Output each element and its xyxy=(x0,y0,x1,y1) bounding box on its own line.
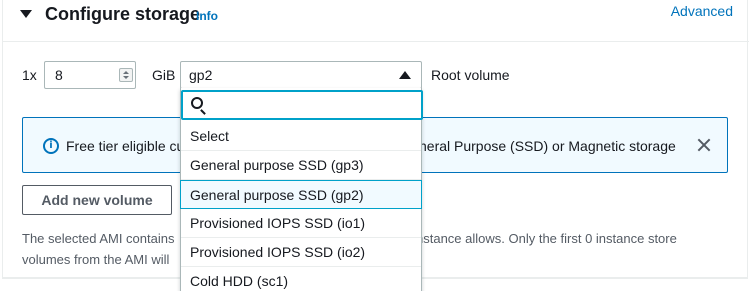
caret-up-icon xyxy=(399,71,411,79)
dropdown-search-input[interactable] xyxy=(181,90,423,120)
dropdown-option-sc1[interactable]: Cold HDD (sc1) xyxy=(181,267,421,291)
dropdown-option-gp3[interactable]: General purpose SSD (gp3) xyxy=(181,151,421,180)
search-icon xyxy=(191,97,203,109)
close-icon[interactable] xyxy=(694,135,714,155)
dropdown-option-gp2[interactable]: General purpose SSD (gp2) xyxy=(180,180,422,209)
volume-size-value: 8 xyxy=(55,67,63,83)
dropdown-options-list: Select General purpose SSD (gp3) General… xyxy=(180,122,422,291)
volume-type-value: gp2 xyxy=(189,67,213,83)
collapse-caret-icon[interactable] xyxy=(20,10,32,18)
info-circle-icon: i xyxy=(43,138,59,154)
volume-size-input[interactable]: 8 xyxy=(44,61,136,89)
dropdown-option-io1[interactable]: Provisioned IOPS SSD (io1) xyxy=(181,209,421,238)
ami-description-line1: The selected AMI contains xyxy=(22,231,175,246)
volume-size-unit: GiB xyxy=(152,67,176,83)
volume-quantity-prefix: 1x xyxy=(22,67,37,83)
alert-text: Free tier eligible cu xyxy=(66,138,185,154)
volume-type-select[interactable]: gp2 xyxy=(180,61,422,89)
root-volume-label: Root volume xyxy=(431,67,510,83)
advanced-link[interactable]: Advanced xyxy=(671,3,733,19)
ami-description-line2: volumes from the AMI will xyxy=(22,252,170,267)
size-stepper-icon[interactable] xyxy=(119,68,133,82)
info-link[interactable]: Info xyxy=(196,9,218,23)
ami-description-line1-right: nstance allows. Only the first 0 instanc… xyxy=(416,231,677,246)
volume-type-dropdown: Select General purpose SSD (gp3) General… xyxy=(180,88,423,291)
add-new-volume-button[interactable]: Add new volume xyxy=(22,185,172,215)
panel-title: Configure storage xyxy=(45,4,201,24)
alert-text-continued: neral Purpose (SSD) or Magnetic storage xyxy=(419,138,676,154)
dropdown-option-io2[interactable]: Provisioned IOPS SSD (io2) xyxy=(181,238,421,267)
panel-header: Configure storage Info Advanced xyxy=(3,0,749,42)
dropdown-option-select[interactable]: Select xyxy=(181,122,421,151)
